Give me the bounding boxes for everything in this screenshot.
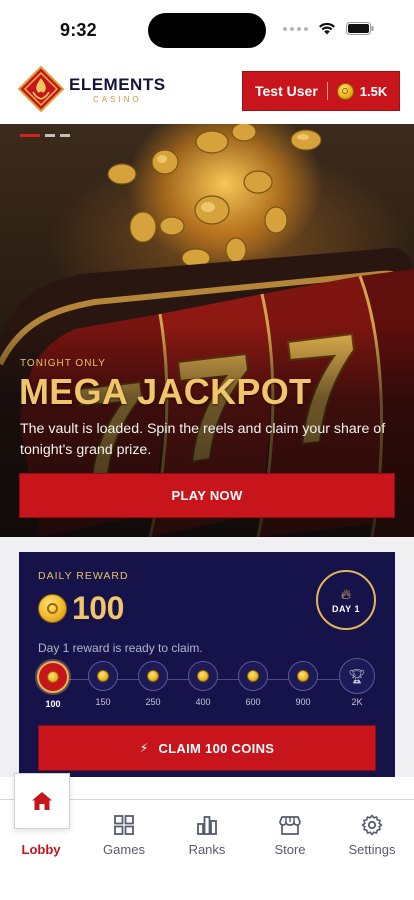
coin-icon (97, 670, 109, 682)
reward-note: Day 1 reward is ready to claim. (38, 641, 203, 655)
battery-icon (346, 22, 374, 35)
wifi-icon (319, 22, 335, 35)
hero-banner[interactable]: TONIGHT ONLY MEGA JACKPOT The vault is l… (0, 124, 414, 537)
reward-step-coin (88, 661, 118, 691)
reward-amount: 100 (38, 590, 124, 627)
carousel-dot[interactable] (60, 134, 70, 137)
reward-step: 600 (233, 661, 273, 707)
reward-step-coin (288, 661, 318, 691)
carousel-dot[interactable] (45, 134, 55, 137)
status-bar: 9:32 (0, 0, 414, 62)
coin-icon (197, 670, 209, 682)
tab-lobby-button[interactable] (14, 773, 70, 829)
tab-ranks[interactable]: Ranks (166, 814, 248, 857)
user-balance-button[interactable]: Test User 1.5K (242, 71, 400, 111)
grid-icon (114, 815, 134, 835)
reward-step-label: 100 (45, 699, 61, 709)
day-streak-badge: 🔥︎ DAY 1 (316, 570, 376, 630)
app-header: ELEMENTS CASINO Test User 1.5K (0, 62, 414, 124)
tab-games-label: Games (103, 842, 145, 857)
reward-step-coin (37, 661, 69, 693)
carousel-dot-active[interactable] (20, 134, 40, 137)
bar-chart-icon (197, 816, 217, 835)
status-time: 9:32 (60, 20, 97, 40)
reward-section: DAILY REWARD 100 Day 1 reward is ready t… (0, 537, 414, 792)
brand-sub: CASINO (92, 95, 142, 104)
reward-step: 150 (83, 661, 123, 707)
tab-store-label: Store (274, 842, 306, 857)
reward-step[interactable]: 100 (33, 661, 73, 709)
trophy-icon: 🏆︎ (348, 667, 366, 684)
reward-step-trophy: 🏆︎ (339, 658, 375, 694)
reward-step-label: 150 (95, 697, 111, 707)
claim-coins-button[interactable]: ⚡︎ CLAIM 100 COINS (38, 725, 376, 771)
tab-lobby-label: Lobby (21, 842, 61, 857)
reward-step: 250 (133, 661, 173, 707)
coin-icon (336, 82, 354, 100)
status-icons (283, 22, 374, 35)
coin-icon (247, 670, 259, 682)
cellular-signal-icon (283, 26, 308, 31)
coin-balance: 1.5K (359, 83, 388, 99)
reward-step-label: 400 (195, 697, 211, 707)
claim-label: CLAIM 100 COINS (158, 740, 275, 756)
reward-step: 400 (183, 661, 223, 707)
elements-logo-icon[interactable] (18, 66, 64, 112)
brand-wordmark: ELEMENTS CASINO (69, 75, 166, 105)
daily-reward-card: DAILY REWARD 100 Day 1 reward is ready t… (19, 552, 395, 792)
dynamic-island (148, 13, 266, 48)
coin-icon (47, 671, 59, 683)
home-icon (32, 792, 52, 810)
bottom-tab-bar: Lobby Games Ranks Store Settings (0, 773, 414, 900)
reward-step-grand: 🏆︎ 2K (337, 658, 377, 707)
tab-settings-label: Settings (348, 842, 396, 857)
gear-icon (361, 814, 383, 836)
tab-games[interactable]: Games (83, 814, 165, 857)
tab-ranks-label: Ranks (188, 842, 226, 857)
tab-settings[interactable]: Settings (331, 814, 413, 857)
flame-icon: 🔥︎ (340, 585, 352, 602)
bolt-icon: ⚡︎ (139, 741, 149, 755)
reward-step-label: 250 (145, 697, 161, 707)
reward-label: DAILY REWARD (38, 570, 129, 582)
carousel-indicators (20, 134, 70, 137)
reward-step-label: 600 (245, 697, 261, 707)
play-now-button[interactable]: PLAY NOW (19, 473, 395, 518)
reward-value: 100 (72, 590, 124, 626)
coin-icon (147, 670, 159, 682)
reward-step-label: 900 (295, 697, 311, 707)
hero-title: MEGA JACKPOT (19, 371, 312, 412)
reward-step-coin (188, 661, 218, 691)
hero-description: The vault is loaded. Spin the reels and … (20, 421, 386, 458)
reward-step-coin (138, 661, 168, 691)
user-name: Test User (255, 83, 318, 99)
tab-store[interactable]: Store (249, 814, 331, 857)
coin-icon (297, 670, 309, 682)
reward-step-label: 2K (351, 697, 363, 707)
store-icon (279, 816, 301, 835)
reward-step-coin (238, 661, 268, 691)
divider (326, 82, 328, 100)
brand-name: ELEMENTS (69, 75, 166, 94)
day-badge-text: DAY 1 (331, 603, 361, 614)
hero-kicker: TONIGHT ONLY (20, 358, 106, 369)
coin-icon (38, 594, 67, 623)
reward-step: 900 (283, 661, 323, 707)
